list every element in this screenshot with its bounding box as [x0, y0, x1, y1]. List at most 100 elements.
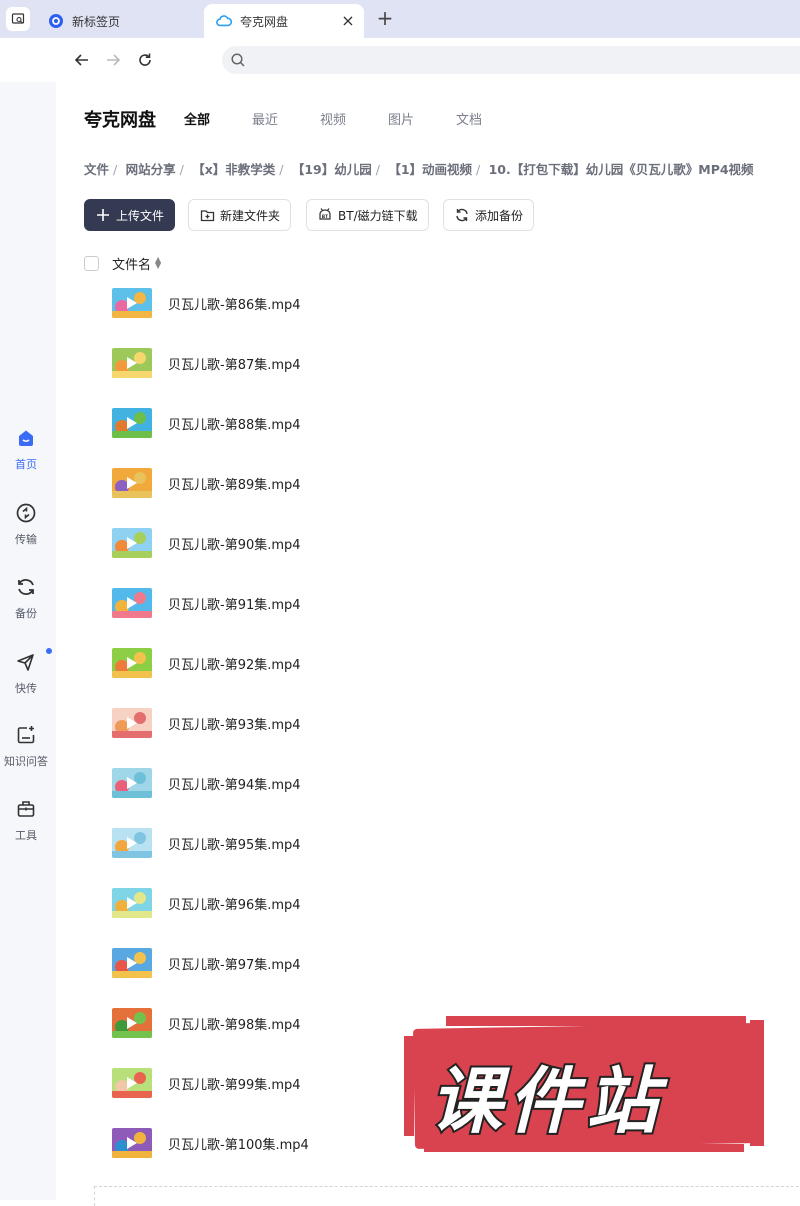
tab-all[interactable]: 全部	[184, 109, 210, 128]
rail-label: 首页	[15, 458, 37, 471]
file-row[interactable]: 贝瓦儿歌-第90集.mp4	[112, 521, 792, 565]
arrow-left-icon	[74, 54, 88, 66]
file-row[interactable]: 贝瓦儿歌-第86集.mp4	[112, 281, 792, 325]
tab-label: 夸克网盘	[240, 14, 289, 29]
tab-search-icon	[11, 13, 25, 24]
tab-video[interactable]: 视频	[320, 109, 346, 128]
tab-image[interactable]: 图片	[388, 109, 414, 128]
rail-item-home[interactable]: 首页	[0, 426, 52, 472]
sort-icon[interactable]: ▲ ▼	[155, 256, 161, 270]
upload-button[interactable]: 上传文件	[84, 199, 176, 231]
file-list-header: 文件名 ▲ ▼	[84, 254, 161, 273]
rail-label: 工具	[15, 829, 37, 842]
left-rail: 首页 传输 备份 快传 知识问答 工具	[0, 82, 56, 1200]
breadcrumb-separator: /	[375, 162, 380, 177]
file-row[interactable]: 贝瓦儿歌-第96集.mp4	[112, 881, 792, 925]
breadcrumb-separator: /	[113, 162, 118, 177]
rail-label: 备份	[15, 607, 37, 620]
rail-item-knowledge-qa[interactable]: 知识问答	[0, 723, 52, 769]
rail-item-transfer[interactable]: 传输	[0, 501, 52, 547]
svg-text:BT: BT	[322, 214, 329, 220]
select-all-checkbox[interactable]	[84, 255, 99, 271]
file-row[interactable]: 贝瓦儿歌-第89集.mp4	[112, 461, 792, 505]
file-name[interactable]: 贝瓦儿歌-第94集.mp4	[168, 774, 301, 793]
breadcrumb-item[interactable]: 【19】幼儿园	[292, 162, 372, 177]
video-thumbnail-icon	[112, 528, 152, 558]
folder-plus-icon	[199, 207, 215, 223]
file-name[interactable]: 贝瓦儿歌-第100集.mp4	[168, 1134, 309, 1153]
rail-item-backup[interactable]: 备份	[0, 575, 52, 621]
video-thumbnail-icon	[112, 828, 152, 858]
browser-tab-new[interactable]: 新标签页	[36, 4, 200, 38]
play-icon	[127, 1077, 137, 1089]
file-name[interactable]: 贝瓦儿歌-第88集.mp4	[168, 414, 301, 433]
file-name[interactable]: 贝瓦儿歌-第86集.mp4	[168, 294, 301, 313]
breadcrumb-separator: /	[279, 162, 284, 177]
tab-document[interactable]: 文档	[456, 109, 482, 128]
new-tab-button[interactable]: +	[374, 8, 396, 30]
tab-search-button[interactable]	[6, 7, 30, 31]
file-row[interactable]: 贝瓦儿歌-第94集.mp4	[112, 761, 792, 805]
file-name[interactable]: 贝瓦儿歌-第91集.mp4	[168, 594, 301, 613]
file-name[interactable]: 贝瓦儿歌-第87集.mp4	[168, 354, 301, 373]
breadcrumb-item[interactable]: 【x】非教学类	[192, 162, 275, 177]
video-thumbnail-icon	[112, 348, 152, 378]
arrow-right-icon	[107, 54, 121, 66]
close-tab-icon[interactable]: ×	[340, 13, 356, 29]
file-name[interactable]: 贝瓦儿歌-第96集.mp4	[168, 894, 301, 913]
breadcrumb-item[interactable]: 网站分享	[126, 162, 176, 177]
play-icon	[127, 717, 137, 729]
browser-tab-quark-drive[interactable]: 夸克网盘 ×	[204, 4, 364, 38]
video-thumbnail-icon	[112, 588, 152, 618]
transfer-icon	[14, 501, 38, 525]
rail-item-tools[interactable]: 工具	[0, 797, 52, 843]
file-row[interactable]: 贝瓦儿歌-第95集.mp4	[112, 821, 792, 865]
video-thumbnail-icon	[112, 408, 152, 438]
upload-label: 上传文件	[116, 208, 165, 223]
column-filename[interactable]: 文件名	[112, 254, 151, 273]
video-thumbnail-icon	[112, 708, 152, 738]
file-name[interactable]: 贝瓦儿歌-第93集.mp4	[168, 714, 301, 733]
page-title: 夸克网盘	[84, 110, 156, 131]
video-thumbnail-icon	[112, 288, 152, 318]
file-name[interactable]: 贝瓦儿歌-第95集.mp4	[168, 834, 301, 853]
file-name[interactable]: 贝瓦儿歌-第99集.mp4	[168, 1074, 301, 1093]
tab-recent[interactable]: 最近	[252, 109, 278, 128]
file-name[interactable]: 贝瓦儿歌-第98集.mp4	[168, 1014, 301, 1033]
add-backup-button[interactable]: 添加备份	[443, 199, 535, 231]
play-icon	[127, 897, 137, 909]
file-row[interactable]: 贝瓦儿歌-第87集.mp4	[112, 341, 792, 385]
rail-label: 快传	[15, 682, 37, 695]
breadcrumb-item[interactable]: 【1】动画视频	[388, 162, 472, 177]
file-name[interactable]: 贝瓦儿歌-第97集.mp4	[168, 954, 301, 973]
back-button[interactable]	[72, 50, 92, 70]
breadcrumb-current: 10.【打包下载】幼儿园《贝瓦儿歌》MP4视频	[488, 162, 754, 177]
file-name[interactable]: 贝瓦儿歌-第90集.mp4	[168, 534, 301, 553]
file-row[interactable]: 贝瓦儿歌-第92集.mp4	[112, 641, 792, 685]
watermark-stamp: 课件站	[400, 1014, 770, 1158]
new-folder-label: 新建文件夹	[220, 208, 281, 223]
video-thumbnail-icon	[112, 888, 152, 918]
address-bar[interactable]	[222, 46, 800, 74]
file-row[interactable]: 贝瓦儿歌-第91集.mp4	[112, 581, 792, 625]
breadcrumb-item[interactable]: 文件	[84, 162, 109, 177]
play-icon	[127, 297, 137, 309]
drop-zone-border	[94, 1186, 800, 1206]
file-row[interactable]: 贝瓦儿歌-第93集.mp4	[112, 701, 792, 745]
video-thumbnail-icon	[112, 1068, 152, 1098]
notification-badge	[46, 648, 52, 654]
new-folder-button[interactable]: 新建文件夹	[188, 199, 292, 231]
file-name[interactable]: 贝瓦儿歌-第89集.mp4	[168, 474, 301, 493]
rail-label: 传输	[15, 533, 37, 546]
file-row[interactable]: 贝瓦儿歌-第97集.mp4	[112, 941, 792, 985]
forward-button[interactable]	[103, 50, 123, 70]
rail-item-quick-send[interactable]: 快传	[0, 648, 52, 696]
home-icon	[14, 426, 38, 450]
video-thumbnail-icon	[112, 648, 152, 678]
file-row[interactable]: 贝瓦儿歌-第88集.mp4	[112, 401, 792, 445]
reload-button[interactable]	[135, 50, 155, 70]
browser-tab-strip: 新标签页 夸克网盘 × +	[0, 0, 800, 38]
browser-logo-icon	[48, 13, 64, 29]
bt-download-button[interactable]: BT BT/磁力链下载	[306, 199, 429, 231]
file-name[interactable]: 贝瓦儿歌-第92集.mp4	[168, 654, 301, 673]
